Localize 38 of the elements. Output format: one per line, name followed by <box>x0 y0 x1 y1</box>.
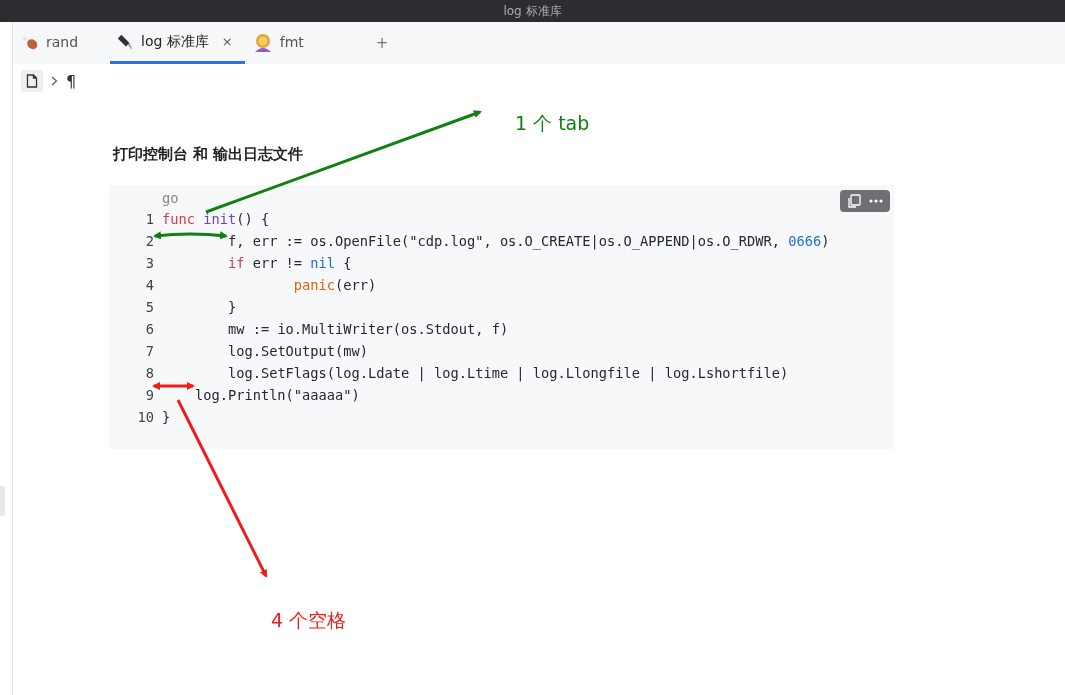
line-number: 3 <box>144 254 154 273</box>
line-number: 9 <box>144 386 154 405</box>
tab[interactable]: rand <box>13 22 110 64</box>
code-line: panic(err) <box>293 276 377 295</box>
code-line: } <box>227 298 237 317</box>
line-number: 10 <box>136 408 154 427</box>
code-line: log.SetOutput(mw) <box>227 342 369 361</box>
line-number: 8 <box>144 364 154 383</box>
double-arrow <box>152 382 195 390</box>
code-line: } <box>162 408 171 427</box>
line-number: 5 <box>144 298 154 317</box>
document-icon <box>26 74 38 88</box>
line-number: 6 <box>144 320 154 339</box>
line-number: 2 <box>144 232 154 251</box>
code-line: func init() { <box>162 210 270 229</box>
line-number: 1 <box>144 210 154 229</box>
new-tab-button[interactable]: + <box>375 34 389 52</box>
tab[interactable]: fmt <box>244 22 316 64</box>
paragraph-crumb[interactable]: ¶ <box>66 71 77 91</box>
code-line: log.SetFlags(log.Ldate | log.Ltime | log.Llongfile | log.Lshortfile) <box>227 364 789 384</box>
tab[interactable]: log 标准库 × <box>110 22 245 64</box>
copy-icon[interactable] <box>847 194 861 208</box>
heading: 打印控制台 和 输出日志文件 <box>113 145 305 164</box>
code-line: f, err := os.OpenFile("cdp.log", os.O_CREATE|os.O_APPEND|os.O_RDWR, 0666) <box>227 232 830 252</box>
code-line: log.Println("aaaaa") <box>194 386 360 405</box>
window-title: log 标准库 <box>503 2 562 20</box>
line-number: 7 <box>144 342 154 361</box>
language-label: go <box>162 189 179 208</box>
more-icon[interactable] <box>869 199 883 203</box>
document-button[interactable] <box>21 70 43 92</box>
code-line: if err != nil { <box>227 254 352 273</box>
close-tab-button[interactable]: × <box>221 34 233 49</box>
chevron-icon <box>51 76 58 86</box>
line-number: 4 <box>144 276 154 295</box>
pen-icon <box>116 32 134 51</box>
annotation-text: 4 个空格 <box>271 608 347 633</box>
code-line: mw := io.MultiWriter(os.Stdout, f) <box>227 320 509 339</box>
annotation-text: 1 个 tab <box>515 111 590 136</box>
